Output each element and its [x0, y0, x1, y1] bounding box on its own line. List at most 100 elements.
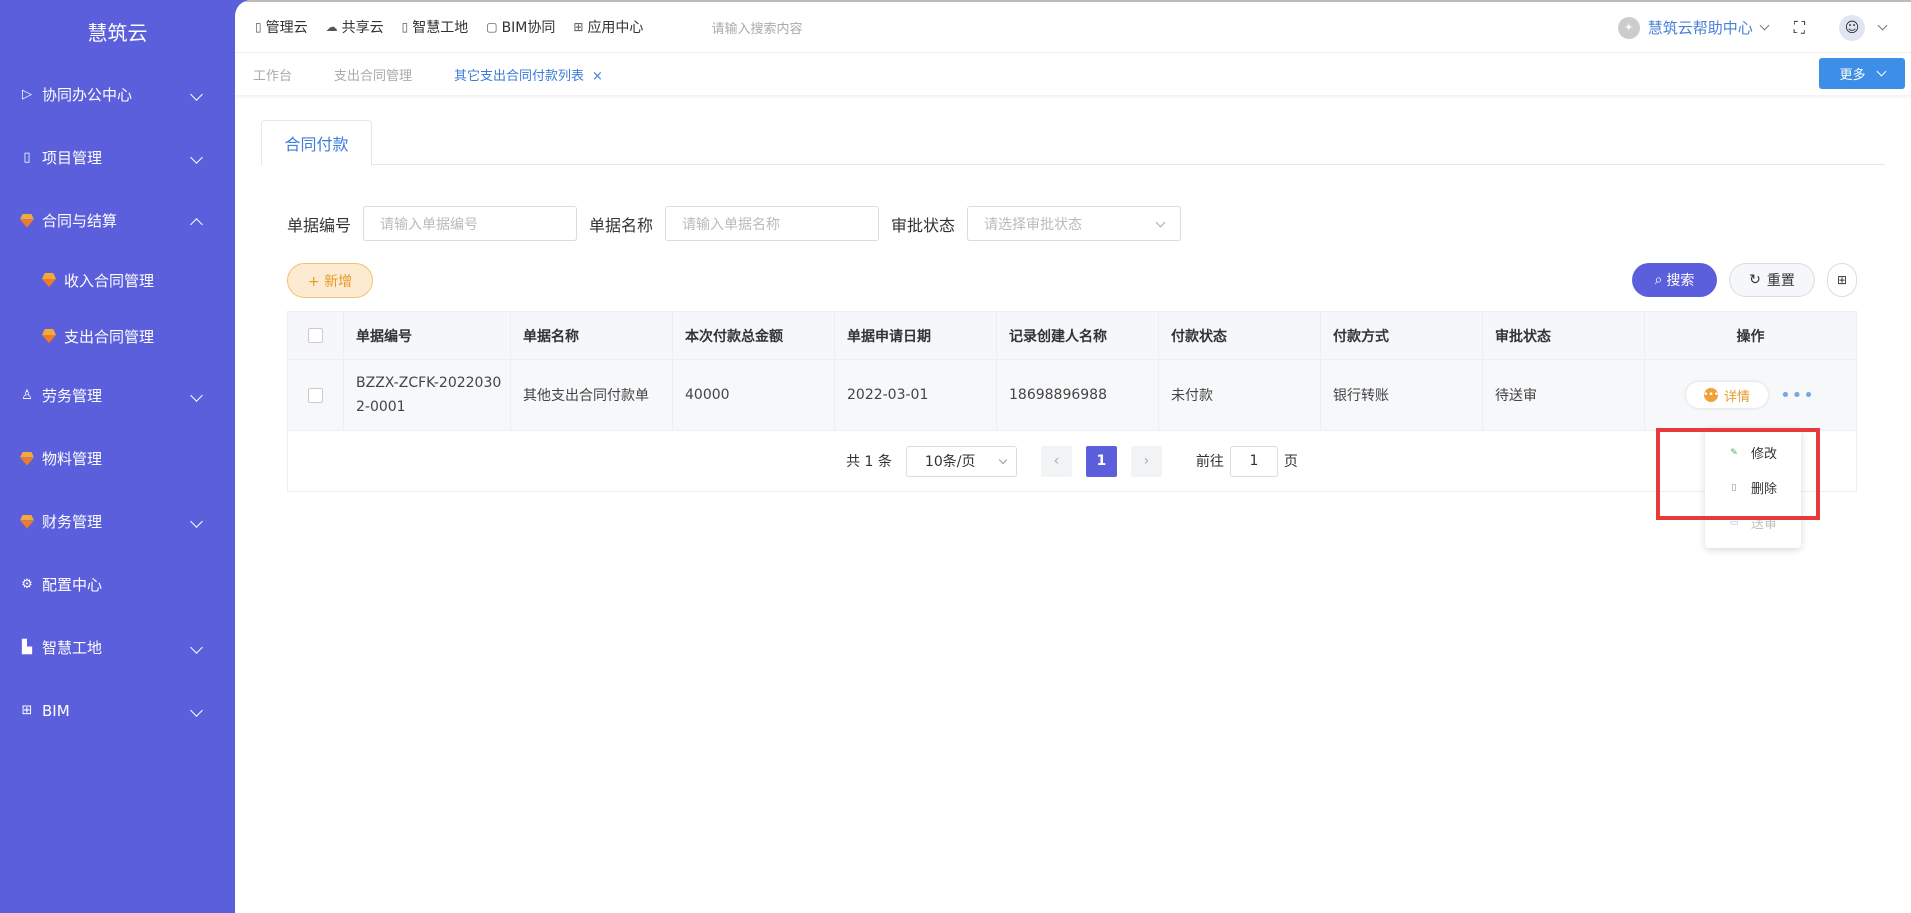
box-icon: ▢ — [486, 20, 498, 34]
sidebar: 慧筑云 ▷ 协同办公中心 ▯ 项目管理 合同与结算 收入合同管理 支出合同管理 … — [0, 0, 235, 913]
select-all-checkbox[interactable] — [308, 328, 323, 343]
topnav-manage-cloud[interactable]: ▯ 管理云 — [255, 17, 308, 37]
sidebar-item-config[interactable]: ⚙ 配置中心 — [0, 553, 235, 616]
send-icon: ▷ — [22, 87, 32, 102]
column-header: 付款状态 — [1159, 312, 1321, 359]
page-size-select[interactable]: 10条/页 — [905, 445, 1017, 477]
sidebar-item-smart-site[interactable]: ▙ 智慧工地 — [0, 616, 235, 679]
sidebar-item-label: 财务管理 — [42, 513, 103, 531]
doc-icon: ▯ — [255, 20, 262, 34]
cell-approval: 待送审 — [1483, 360, 1645, 430]
cloud-icon: ☁ — [325, 20, 338, 34]
highlight-box — [1656, 428, 1820, 520]
sidebar-item-label: 物料管理 — [42, 450, 103, 468]
more-icon: ••• — [1703, 388, 1720, 402]
doc-no-label: 单据编号 — [287, 215, 352, 235]
book-icon: ▯ — [23, 150, 31, 165]
sidebar-item-label: 劳务管理 — [42, 387, 103, 405]
global-search-input[interactable]: 请输入搜索内容 — [711, 18, 802, 37]
top-bar: ▯ 管理云 ☁ 共享云 ▯ 智慧工地 ▢ BIM协同 ⊞ 应用中心 请输入搜索内容 ✦ 慧… — [235, 0, 1911, 53]
sidebar-item-income-contract[interactable]: 收入合同管理 — [0, 252, 235, 308]
cell-doc-no: BZZX-ZCFK-20220302-0001 — [344, 360, 511, 430]
sidebar-item-contract[interactable]: 合同与结算 — [0, 189, 235, 252]
sidebar-item-expense-contract[interactable]: 支出合同管理 — [0, 308, 235, 364]
user-icon: ♙ — [21, 388, 33, 403]
topnav-share-cloud[interactable]: ☁ 共享云 — [326, 17, 384, 37]
help-icon: ✦ — [1617, 16, 1640, 39]
bar-chart-icon: ▙ — [22, 640, 32, 655]
fullscreen-icon[interactable]: ⛶ — [1794, 18, 1805, 38]
sidebar-item-label: BIM — [42, 701, 70, 720]
actions-row: + 新增 ⌕ 搜索 ↻ 重置 ⊞ — [287, 263, 1857, 299]
table-header-row: 单据编号 单据名称 本次付款总金额 单据申请日期 记录创建人名称 付款状态 付款… — [288, 312, 1856, 360]
column-header: 审批状态 — [1483, 312, 1645, 359]
chevron-down-icon — [1155, 217, 1166, 228]
sidebar-item-material[interactable]: 物料管理 — [0, 427, 235, 490]
topnav-bim[interactable]: ▢ BIM协同 — [486, 17, 555, 37]
refresh-icon: ↻ — [1749, 272, 1761, 288]
chevron-down-icon — [1759, 20, 1770, 31]
column-header: 本次付款总金额 — [673, 312, 835, 359]
chevron-down-icon — [190, 640, 203, 654]
payment-table: 单据编号 单据名称 本次付款总金额 单据申请日期 记录创建人名称 付款状态 付款… — [287, 311, 1857, 492]
tab-other-payment-list[interactable]: 其它支出合同付款列表 × — [454, 65, 603, 84]
column-header: 操作 — [1645, 312, 1856, 359]
topnav-smart-site[interactable]: ▯ 智慧工地 — [402, 17, 469, 37]
chevron-up-icon — [190, 217, 203, 231]
chevron-down-icon — [998, 455, 1008, 464]
chevron-down-icon — [190, 514, 203, 528]
tab-contract-payment[interactable]: 合同付款 — [261, 120, 372, 166]
sidebar-item-finance[interactable]: 财务管理 — [0, 490, 235, 553]
doc-no-input[interactable]: 请输入单据编号 — [363, 206, 578, 241]
page-1-button[interactable]: 1 — [1085, 445, 1117, 477]
doc-name-label: 单据名称 — [589, 215, 654, 235]
next-page-button[interactable]: › — [1130, 445, 1162, 477]
status-select[interactable]: 请选择审批状态 — [967, 206, 1182, 241]
close-icon[interactable]: × — [592, 69, 603, 84]
avatar[interactable]: ☺ — [1839, 14, 1865, 41]
detail-button[interactable]: ••• 详情 — [1686, 382, 1769, 408]
sidebar-item-project[interactable]: ▯ 项目管理 — [0, 126, 235, 189]
header-checkbox-cell — [288, 312, 344, 359]
cell-actions: ••• 详情 ••• — [1645, 360, 1856, 430]
search-button[interactable]: ⌕ 搜索 — [1632, 263, 1717, 297]
goto-page-input[interactable]: 1 — [1229, 445, 1278, 477]
cell-creator: 18698896988 — [997, 360, 1159, 430]
sidebar-item-bim[interactable]: ⊞ BIM — [0, 679, 235, 742]
top-right: ✦ 慧筑云帮助中心 ⛶ ☺ — [1617, 2, 1888, 53]
prev-page-button[interactable]: ‹ — [1040, 445, 1072, 477]
doc-name-input[interactable]: 请输入单据名称 — [665, 206, 880, 241]
more-button[interactable]: 更多 — [1819, 58, 1905, 89]
reset-button[interactable]: ↻ 重置 — [1729, 263, 1815, 297]
column-header: 单据申请日期 — [835, 312, 997, 359]
chevron-down-icon — [190, 703, 203, 717]
cell-pay-status: 未付款 — [1159, 360, 1321, 430]
filter-form: 单据编号 请输入单据编号 单据名称 请输入单据名称 审批状态 请选择审批状态 — [287, 206, 1193, 241]
sub-tabs: 合同付款 — [261, 120, 1885, 166]
chevron-down-icon — [190, 388, 203, 402]
sidebar-item-label: 协同办公中心 — [42, 86, 133, 104]
chevron-down-icon[interactable] — [1877, 20, 1888, 31]
row-checkbox-cell — [288, 360, 344, 430]
cell-doc-name: 其他支出合同付款单 — [511, 360, 673, 430]
gear-icon: ⚙ — [21, 577, 33, 592]
tab-expense-contract[interactable]: 支出合同管理 — [334, 65, 412, 84]
tab-workbench[interactable]: 工作台 — [253, 65, 292, 84]
add-button[interactable]: + 新增 — [287, 263, 373, 298]
column-header: 记录创建人名称 — [997, 312, 1159, 359]
column-settings-button[interactable]: ⊞ — [1827, 263, 1857, 297]
cell-date: 2022-03-01 — [835, 360, 997, 430]
gem-icon — [18, 212, 36, 230]
sidebar-item-labor[interactable]: ♙ 劳务管理 — [0, 364, 235, 427]
row-checkbox[interactable] — [308, 387, 323, 403]
topnav-app-center[interactable]: ⊞ 应用中心 — [573, 17, 643, 37]
pagination: 共 1 条 10条/页 ‹ 1 › 前往 1 页 — [288, 431, 1856, 491]
help-center-link[interactable]: 慧筑云帮助中心 — [1648, 17, 1770, 38]
sidebar-item-collab[interactable]: ▷ 协同办公中心 — [0, 63, 235, 126]
content-area: 合同付款 单据编号 请输入单据编号 单据名称 请输入单据名称 审批状态 请选择审… — [261, 120, 1885, 492]
app-logo: 慧筑云 — [87, 21, 148, 45]
table-row: BZZX-ZCFK-20220302-0001 其他支出合同付款单 40000 … — [288, 360, 1856, 431]
more-actions-icon[interactable]: ••• — [1780, 385, 1815, 406]
search-icon: ⌕ — [1654, 272, 1663, 288]
grid-icon: ⊞ — [21, 703, 33, 718]
